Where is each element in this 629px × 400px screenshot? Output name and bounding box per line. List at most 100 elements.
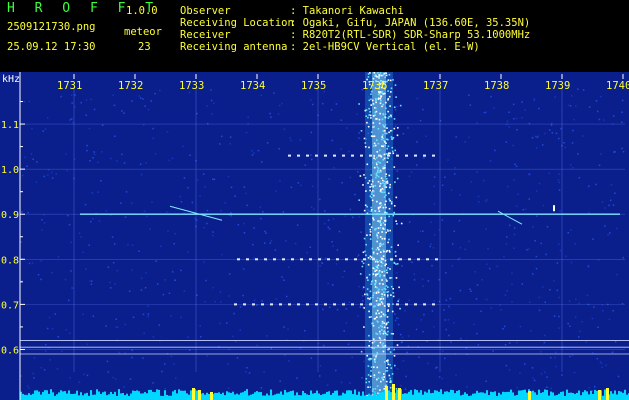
noise-speck bbox=[167, 230, 169, 232]
level-bar bbox=[28, 393, 30, 400]
noise-speck bbox=[100, 180, 102, 182]
noise-speck bbox=[394, 109, 397, 111]
level-bar bbox=[462, 394, 464, 400]
noise-speck bbox=[600, 95, 602, 98]
noise-speck bbox=[273, 92, 275, 94]
noise-speck bbox=[422, 330, 424, 333]
noise-speck bbox=[444, 357, 446, 360]
noise-speck bbox=[481, 279, 483, 281]
level-bar bbox=[348, 390, 350, 400]
noise-speck bbox=[332, 245, 334, 247]
noise-speck bbox=[211, 113, 213, 115]
noise-speck bbox=[550, 124, 553, 126]
level-bar bbox=[376, 395, 378, 400]
level-bar bbox=[222, 392, 224, 400]
noise-speck bbox=[139, 97, 142, 99]
noise-speck bbox=[593, 306, 595, 308]
noise-speck bbox=[252, 243, 254, 246]
level-bar bbox=[510, 389, 512, 400]
level-bar bbox=[468, 395, 470, 400]
noise-band-speck bbox=[376, 139, 378, 141]
noise-band-speck bbox=[383, 322, 385, 324]
noise-speck bbox=[476, 171, 478, 173]
noise-speck bbox=[283, 326, 285, 328]
level-bar bbox=[396, 389, 398, 400]
noise-speck bbox=[464, 248, 466, 251]
noise-speck bbox=[550, 387, 552, 390]
noise-speck bbox=[519, 325, 522, 328]
noise-speck bbox=[470, 290, 472, 292]
noise-speck bbox=[274, 249, 277, 251]
signal-dot bbox=[333, 303, 336, 306]
noise-speck bbox=[476, 332, 478, 335]
noise-band-speck bbox=[370, 98, 372, 101]
noise-speck bbox=[22, 174, 24, 177]
noise-speck bbox=[140, 277, 143, 280]
y-tick-label: 0.9 bbox=[1, 210, 19, 221]
noise-speck bbox=[152, 137, 154, 140]
level-bar bbox=[270, 389, 272, 400]
noise-band-speck bbox=[384, 344, 387, 347]
noise-speck bbox=[159, 89, 161, 92]
signal-dot bbox=[432, 303, 435, 306]
noise-speck bbox=[544, 301, 546, 303]
noise-band-speck bbox=[380, 311, 383, 313]
level-bar bbox=[382, 391, 384, 400]
noise-band-speck bbox=[385, 101, 387, 104]
level-bar bbox=[476, 390, 478, 400]
observer-value: : Takanori Kawachi bbox=[290, 5, 404, 17]
level-bar bbox=[184, 390, 186, 400]
level-bar bbox=[552, 392, 554, 400]
noise-band-speck bbox=[373, 354, 375, 357]
noise-speck bbox=[615, 227, 618, 230]
noise-band-speck bbox=[393, 355, 396, 357]
signal-dot bbox=[234, 303, 237, 306]
noise-speck bbox=[345, 308, 348, 310]
y-axis-unit-label: kHz bbox=[2, 74, 20, 85]
noise-speck bbox=[411, 261, 413, 263]
noise-speck bbox=[263, 371, 265, 373]
level-bar bbox=[592, 393, 594, 400]
noise-speck bbox=[36, 161, 38, 163]
noise-band-speck bbox=[374, 260, 377, 263]
noise-speck bbox=[485, 298, 488, 301]
noise-band-speck bbox=[368, 345, 370, 347]
noise-speck bbox=[290, 186, 293, 189]
level-bar bbox=[544, 389, 546, 400]
noise-speck bbox=[114, 378, 117, 380]
noise-speck bbox=[561, 374, 563, 376]
noise-speck bbox=[450, 341, 452, 343]
level-bar bbox=[412, 394, 414, 400]
level-bar bbox=[474, 393, 476, 400]
level-bar bbox=[158, 389, 160, 400]
level-bar bbox=[564, 395, 566, 400]
noise-speck bbox=[61, 350, 63, 352]
noise-band-speck bbox=[369, 375, 372, 377]
noise-speck bbox=[282, 211, 285, 213]
noise-speck bbox=[260, 94, 262, 97]
level-bar bbox=[120, 393, 122, 400]
noise-speck bbox=[351, 356, 353, 358]
noise-band-speck bbox=[378, 282, 381, 285]
noise-band-speck bbox=[379, 112, 381, 115]
noise-band-speck bbox=[381, 145, 383, 147]
noise-band-speck bbox=[371, 322, 373, 325]
noise-speck bbox=[485, 228, 487, 230]
noise-band-speck bbox=[391, 373, 394, 375]
signal-dot bbox=[255, 258, 258, 261]
noise-band-speck bbox=[375, 101, 377, 104]
level-bar bbox=[134, 390, 136, 400]
level-bar bbox=[98, 391, 100, 400]
noise-band-speck bbox=[379, 299, 381, 302]
noise-band-speck bbox=[396, 263, 399, 265]
noise-speck bbox=[227, 363, 229, 365]
level-bar bbox=[390, 392, 392, 400]
noise-speck bbox=[558, 189, 561, 191]
noise-speck bbox=[503, 325, 506, 328]
noise-speck bbox=[127, 244, 129, 246]
noise-speck bbox=[92, 157, 94, 159]
noise-band-speck bbox=[369, 290, 372, 293]
signal-dot bbox=[354, 258, 357, 261]
noise-speck bbox=[540, 373, 543, 375]
noise-speck bbox=[531, 367, 534, 369]
